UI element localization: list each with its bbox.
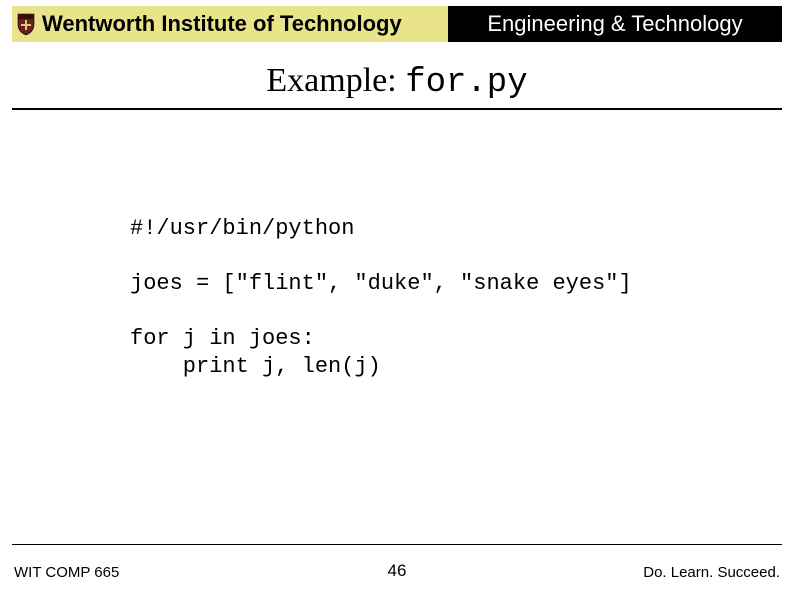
footer-motto: Do. Learn. Succeed.	[643, 564, 780, 581]
institution-name: Wentworth Institute of Technology	[42, 11, 402, 37]
header-bar: Wentworth Institute of Technology Engine…	[12, 6, 782, 42]
header-left: Wentworth Institute of Technology	[12, 6, 448, 42]
title-code: for.py	[405, 64, 527, 102]
title-prefix: Example:	[266, 62, 405, 99]
title-rule	[12, 108, 782, 110]
department-name: Engineering & Technology	[487, 11, 742, 37]
slide-title: Example: for.py	[12, 62, 782, 102]
footer: WIT COMP 665 46 Do. Learn. Succeed.	[12, 557, 782, 581]
code-block: #!/usr/bin/python joes = ["flint", "duke…	[130, 215, 632, 380]
header-right: Engineering & Technology	[448, 6, 782, 42]
title-area: Example: for.py	[12, 62, 782, 118]
footer-rule	[12, 544, 782, 545]
shield-icon	[16, 12, 36, 36]
